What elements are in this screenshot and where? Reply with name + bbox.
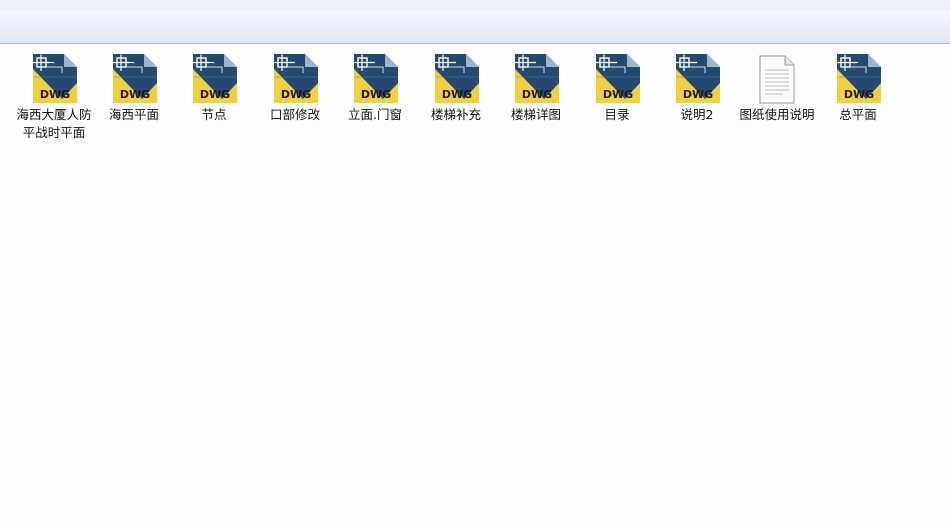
file-name: 立面.门窗	[348, 107, 402, 122]
file-item[interactable]: DWG 总平面	[819, 53, 897, 124]
dwg-badge-text: DWG	[603, 88, 633, 101]
dwg-badge-text: DWG	[683, 88, 713, 101]
file-name: 目录	[604, 107, 630, 122]
file-name: 楼梯补充	[430, 107, 481, 122]
file-name: 总平面	[839, 107, 877, 122]
dwg-file-icon: DWG	[673, 53, 721, 104]
dwg-file-icon: DWG	[834, 53, 882, 104]
file-item[interactable]: DWG 节点	[175, 53, 253, 124]
dwg-badge-text: DWG	[120, 88, 150, 101]
dwg-file-icon: DWG	[593, 53, 641, 104]
file-item[interactable]: DWG 楼梯详图	[497, 53, 575, 124]
file-item[interactable]: DWG 楼梯补充	[417, 53, 495, 124]
dwg-file-icon: DWG	[190, 53, 238, 104]
dwg-file-icon: DWG	[271, 53, 319, 104]
dwg-file-icon: DWG	[30, 53, 78, 104]
dwg-badge-text: DWG	[40, 88, 70, 101]
file-item[interactable]: DWG 立面.门窗	[336, 53, 414, 124]
file-view[interactable]: DWG 海西大厦人防平战时平面 DWG 海西平面 DWG 节点 DWG 口部修改…	[0, 44, 950, 525]
file-item[interactable]: DWG 目录	[578, 53, 656, 124]
dwg-file-icon: DWG	[432, 53, 480, 104]
dwg-file-icon: DWG	[110, 53, 158, 104]
dwg-badge-text: DWG	[522, 88, 552, 101]
file-name: 节点	[201, 107, 227, 122]
dwg-badge-text: DWG	[844, 88, 874, 101]
dwg-file-icon: DWG	[512, 53, 560, 104]
file-item[interactable]: DWG 口部修改	[256, 53, 334, 124]
dwg-badge-text: DWG	[361, 88, 391, 101]
dwg-badge-text: DWG	[442, 88, 472, 101]
explorer-toolbar	[0, 11, 950, 44]
dwg-file-icon: DWG	[351, 53, 399, 104]
file-item[interactable]: DWG 说明2	[658, 53, 736, 124]
file-name: 海西大厦人防平战时平面	[16, 107, 92, 140]
file-name: 图纸使用说明	[739, 107, 815, 122]
file-name: 口部修改	[269, 107, 320, 122]
dwg-badge-text: DWG	[200, 88, 230, 101]
file-item[interactable]: DWG 海西大厦人防平战时平面	[15, 53, 93, 142]
dwg-badge-text: DWG	[281, 88, 311, 101]
file-name: 说明2	[680, 107, 714, 122]
text-document-icon	[753, 53, 801, 104]
file-item[interactable]: 图纸使用说明	[738, 53, 816, 124]
file-name: 楼梯详图	[510, 107, 561, 122]
file-name: 海西平面	[108, 107, 159, 122]
file-item[interactable]: DWG 海西平面	[95, 53, 173, 124]
